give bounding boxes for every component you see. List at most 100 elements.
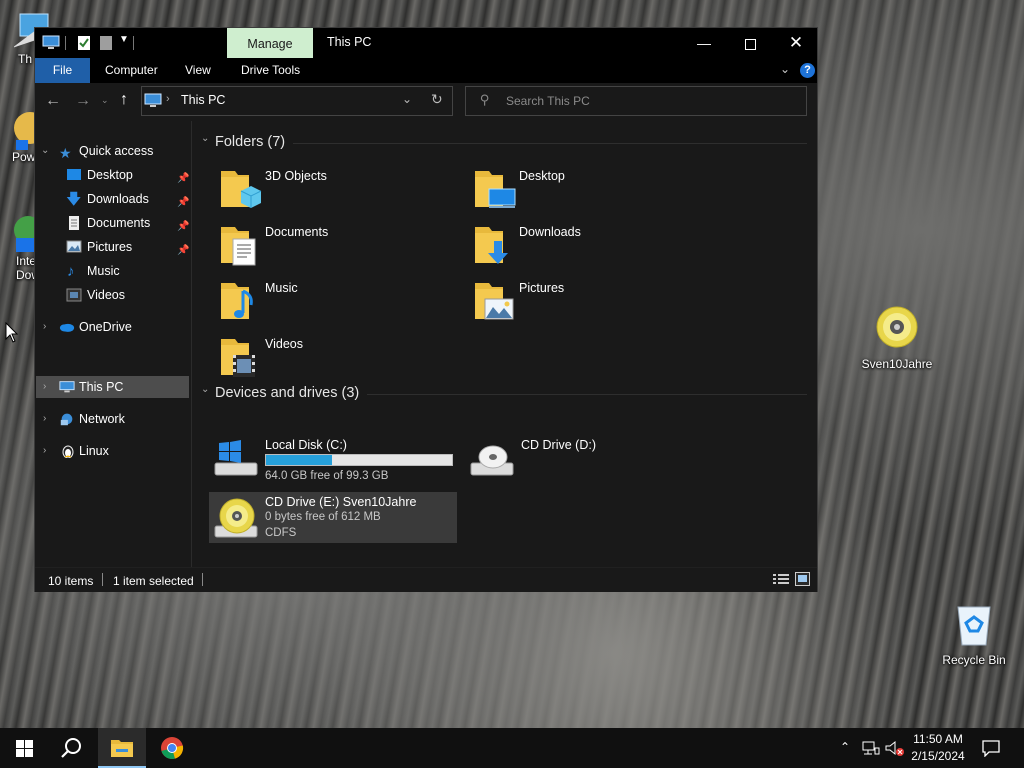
maximize-button[interactable] bbox=[727, 28, 773, 58]
cd-drive-desktop-icon[interactable]: Sven10Jahre bbox=[859, 305, 935, 371]
taskbar-chrome[interactable] bbox=[148, 728, 196, 768]
nav-pictures[interactable]: Pictures 📌 bbox=[35, 236, 189, 258]
selection-count: 1 item selected bbox=[113, 574, 194, 588]
network-icon bbox=[60, 413, 73, 426]
forward-button[interactable]: → bbox=[75, 92, 91, 110]
folder-downloads[interactable]: Downloads bbox=[473, 219, 723, 271]
tab-view[interactable]: View bbox=[185, 58, 211, 83]
help-icon[interactable]: ? bbox=[800, 63, 815, 78]
linux-penguin-icon bbox=[62, 445, 74, 458]
title-separator bbox=[133, 36, 134, 50]
mouse-cursor-icon bbox=[5, 322, 19, 343]
drive-c-name: Local Disk (C:) bbox=[265, 438, 347, 452]
nav-quick-access[interactable]: ⌄ ★ Quick access bbox=[35, 140, 189, 162]
folder-music[interactable]: Music bbox=[219, 275, 469, 327]
download-arrow-icon: 🡇 bbox=[66, 191, 82, 208]
nav-downloads[interactable]: 🡇 Downloads 📌 bbox=[35, 188, 189, 210]
start-button[interactable] bbox=[0, 728, 48, 768]
pictures-folder-icon bbox=[475, 283, 514, 320]
back-button[interactable]: ← bbox=[45, 92, 61, 110]
cd-disc-icon bbox=[876, 306, 918, 348]
clock-time: 11:50 AM bbox=[913, 732, 963, 746]
large-icons-view-icon[interactable] bbox=[795, 572, 810, 586]
folder-desktop[interactable]: Desktop bbox=[473, 163, 723, 215]
address-dropdown-icon[interactable]: ⌄ bbox=[402, 92, 412, 106]
drive-e-name: CD Drive (E:) Sven10Jahre bbox=[265, 495, 417, 509]
folder-3d-objects[interactable]: 3D Objects bbox=[219, 163, 469, 215]
clock-date: 2/15/2024 bbox=[911, 749, 965, 763]
details-view-icon[interactable] bbox=[773, 573, 789, 586]
music-folder-icon bbox=[221, 283, 253, 319]
this-pc-icon bbox=[144, 93, 162, 107]
tab-manage[interactable]: Manage bbox=[227, 28, 313, 58]
nav-desktop[interactable]: Desktop 📌 bbox=[35, 164, 189, 186]
recycle-bin-desktop-icon[interactable]: Recycle Bin bbox=[936, 603, 1012, 667]
item-count: 10 items bbox=[48, 574, 94, 588]
desktop-folder-icon bbox=[475, 171, 516, 208]
folder-documents[interactable]: Documents bbox=[219, 219, 469, 271]
star-icon: ★ bbox=[59, 145, 72, 161]
nav-network[interactable]: › Network bbox=[35, 408, 189, 430]
onedrive-cloud-icon bbox=[59, 323, 75, 332]
pin-icon: 📌 bbox=[177, 173, 190, 184]
drive-c[interactable]: Local Disk (C:) 64.0 GB free of 99.3 GB bbox=[209, 435, 459, 483]
drive-e[interactable]: CD Drive (E:) Sven10Jahre 0 bytes free o… bbox=[209, 492, 457, 543]
quick-access-toolbar-dropdown[interactable]: ▼ bbox=[119, 34, 129, 45]
search-input[interactable]: Search This PC bbox=[506, 94, 590, 108]
nav-music[interactable]: ♪ Music bbox=[35, 260, 189, 282]
videos-icon bbox=[66, 288, 82, 302]
chevron-right-icon: › bbox=[43, 321, 47, 332]
address-bar[interactable]: › This PC ⌄ ↻ bbox=[141, 86, 453, 116]
properties-icon[interactable] bbox=[77, 35, 91, 51]
expand-ribbon-chevron-icon[interactable]: ⌄ bbox=[780, 62, 790, 76]
drive-c-usage-fill bbox=[266, 455, 333, 465]
taskbar-search-button[interactable] bbox=[48, 728, 96, 768]
close-button[interactable]: ✕ bbox=[773, 28, 819, 58]
minimize-button[interactable]: — bbox=[681, 28, 727, 58]
folders-group-toggle[interactable]: ⌄ bbox=[201, 133, 209, 144]
pin-icon: 📌 bbox=[177, 221, 190, 232]
new-folder-icon[interactable] bbox=[99, 35, 113, 51]
search-box[interactable]: ⚲ Search This PC bbox=[465, 86, 807, 116]
nav-documents[interactable]: Documents 📌 bbox=[35, 212, 189, 234]
tab-computer[interactable]: Computer bbox=[105, 58, 158, 83]
drive-d[interactable]: CD Drive (D:) bbox=[465, 435, 715, 483]
folder-videos[interactable]: Videos bbox=[219, 331, 469, 383]
chrome-icon bbox=[161, 737, 184, 759]
chevron-right-icon: › bbox=[43, 413, 47, 424]
nav-this-pc[interactable]: › This PC bbox=[36, 376, 189, 398]
show-hidden-icons-chevron-icon[interactable]: ⌃ bbox=[840, 740, 850, 754]
content-pane: ⌄ Folders (7) 3D Objects Desktop Documen… bbox=[193, 121, 817, 567]
nav-linux[interactable]: › Linux bbox=[35, 440, 189, 462]
devices-group-toggle[interactable]: ⌄ bbox=[201, 384, 209, 395]
action-center-icon[interactable] bbox=[982, 740, 1000, 757]
refresh-icon[interactable]: ↻ bbox=[431, 91, 443, 108]
pin-icon: 📌 bbox=[177, 245, 190, 256]
search-icon: ⚲ bbox=[480, 92, 490, 107]
drive-c-usage-bar bbox=[265, 454, 453, 466]
recent-locations-dropdown[interactable]: ⌄ bbox=[101, 95, 109, 106]
drive-d-name: CD Drive (D:) bbox=[521, 438, 596, 452]
drive-e-filesystem: CDFS bbox=[265, 527, 297, 539]
folders-group-header[interactable]: Folders (7) bbox=[215, 134, 285, 150]
taskbar-file-explorer[interactable] bbox=[98, 728, 146, 768]
nav-onedrive[interactable]: › OneDrive bbox=[35, 316, 189, 338]
network-status-icon[interactable] bbox=[862, 741, 880, 756]
breadcrumb-location[interactable]: This PC bbox=[181, 93, 225, 107]
volume-muted-icon[interactable] bbox=[885, 740, 905, 757]
nav-videos[interactable]: Videos bbox=[35, 284, 189, 306]
cd-disc-drive-icon bbox=[214, 498, 258, 538]
folder-pictures[interactable]: Pictures bbox=[473, 275, 723, 327]
search-icon bbox=[61, 738, 81, 758]
3d-objects-folder-icon bbox=[221, 171, 262, 208]
up-button[interactable]: ↑ bbox=[120, 91, 128, 109]
tab-drive-tools[interactable]: Drive Tools bbox=[241, 58, 300, 83]
navigation-pane: ⌄ ★ Quick access Desktop 📌 🡇 Downloads 📌… bbox=[35, 121, 192, 567]
file-explorer-icon bbox=[111, 740, 133, 757]
clock[interactable]: 11:50 AM 2/15/2024 bbox=[906, 731, 970, 765]
group-divider bbox=[293, 143, 807, 144]
devices-group-header[interactable]: Devices and drives (3) bbox=[215, 385, 359, 401]
pictures-icon bbox=[66, 240, 82, 253]
tab-file[interactable]: File bbox=[35, 58, 90, 83]
recycle-bin-icon bbox=[957, 606, 991, 646]
